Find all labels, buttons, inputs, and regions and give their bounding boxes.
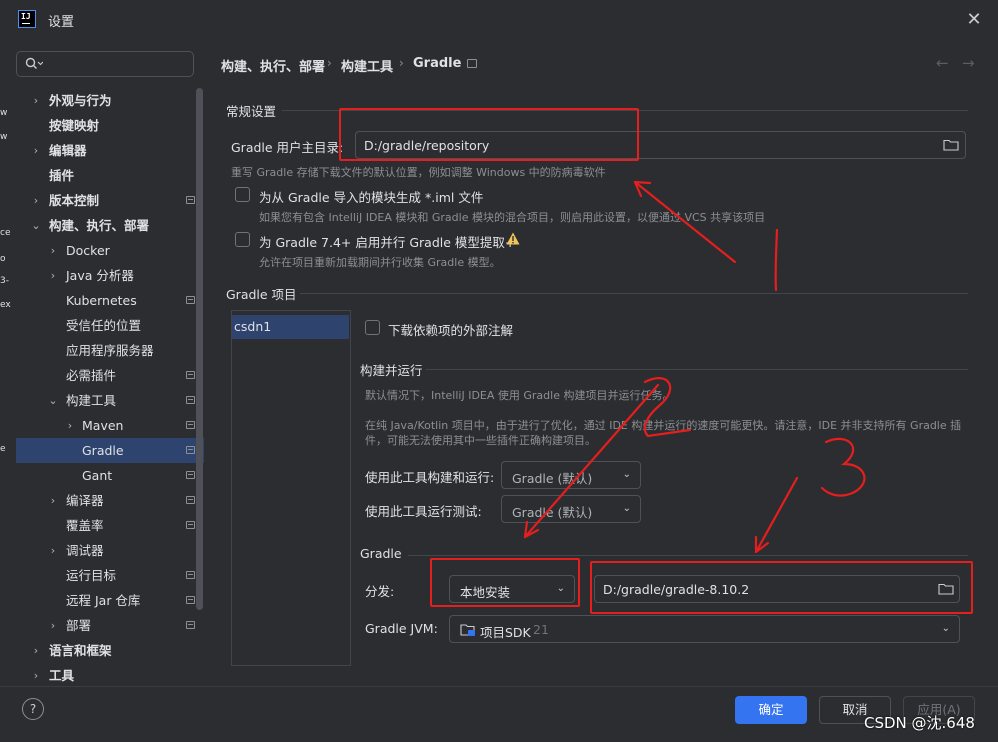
ok-button[interactable]: 确定 [735, 696, 807, 724]
footer-divider [0, 686, 998, 687]
watermark-text: CSDN @沈.648 [864, 714, 975, 732]
annotation-arrows [523, 180, 866, 554]
help-button[interactable]: ? [22, 698, 44, 720]
